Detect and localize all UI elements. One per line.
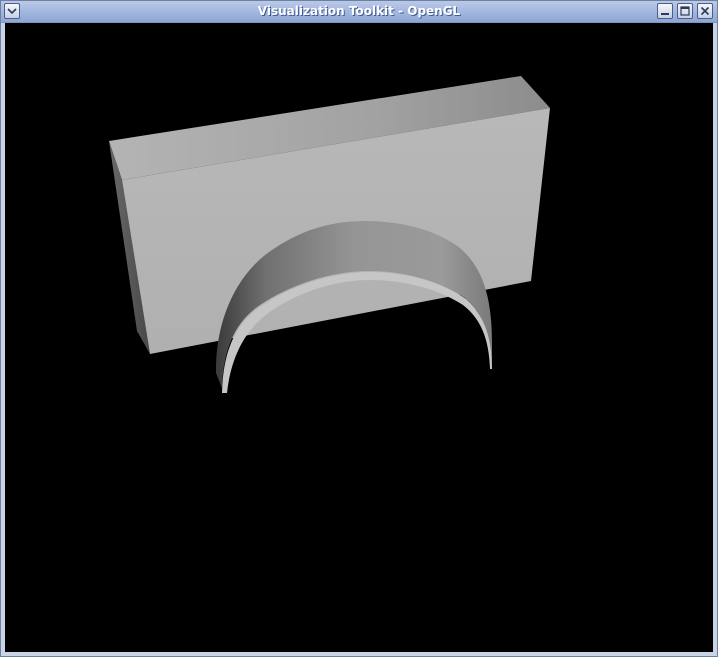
chevron-down-icon	[7, 8, 17, 15]
window-menu-button[interactable]	[4, 3, 20, 19]
minimize-icon	[661, 13, 669, 15]
maximize-button[interactable]	[677, 3, 693, 19]
close-icon	[700, 6, 710, 16]
maximize-icon	[680, 6, 690, 16]
window-title: Visualization Toolkit - OpenGL	[257, 4, 461, 18]
close-button[interactable]	[697, 3, 713, 19]
app-window: Visualization Toolkit - OpenGL	[0, 0, 718, 657]
minimize-button[interactable]	[657, 3, 673, 19]
render-viewport[interactable]	[5, 23, 713, 652]
title-bar[interactable]: Visualization Toolkit - OpenGL	[1, 1, 717, 23]
scene-canvas	[109, 76, 550, 393]
